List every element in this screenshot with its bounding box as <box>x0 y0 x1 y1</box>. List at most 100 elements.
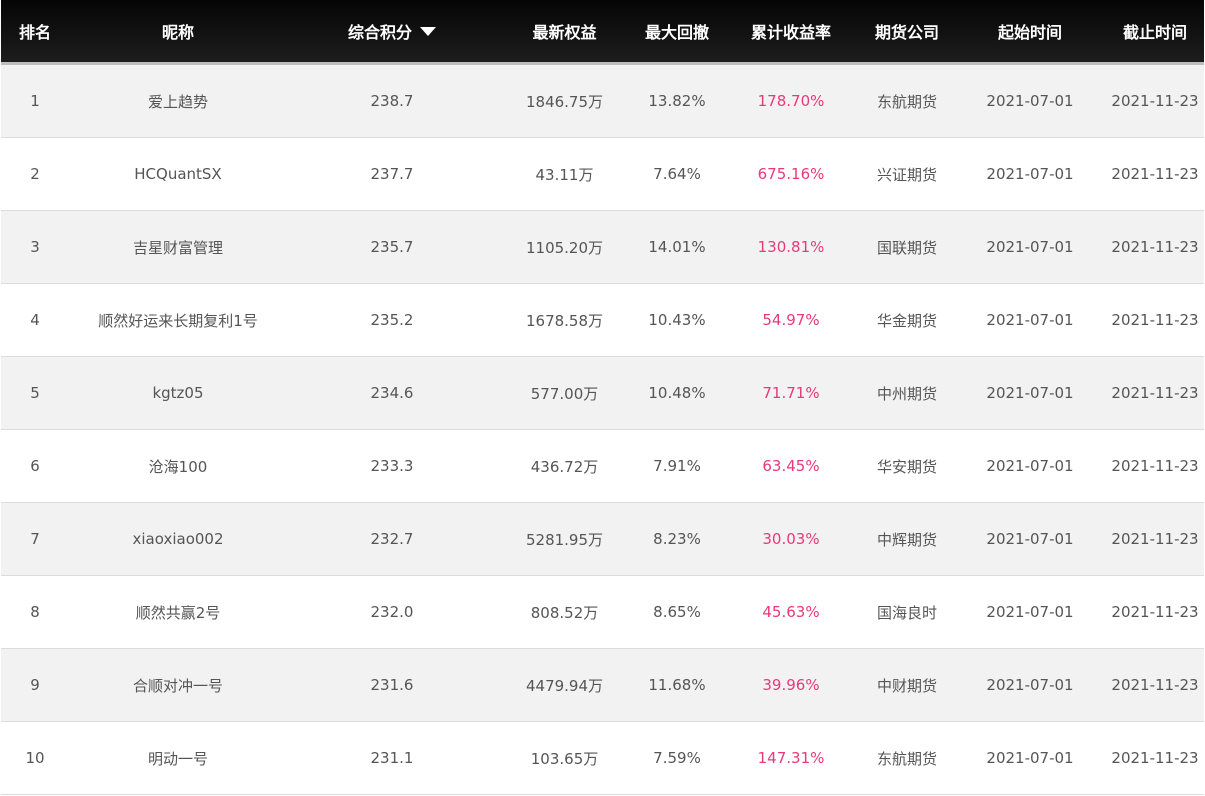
cell-start: 2021-07-01 <box>954 63 1106 138</box>
header-return: 累计收益率 <box>722 0 860 65</box>
cell-rank: 10 <box>1 721 69 795</box>
cell-return: 63.45% <box>722 429 860 503</box>
cell-company: 华安期货 <box>860 429 954 503</box>
cell-company: 华金期货 <box>860 283 954 357</box>
cell-score: 237.7 <box>287 137 497 211</box>
cell-return: 54.97% <box>722 283 860 357</box>
cell-drawdown: 8.65% <box>632 575 722 649</box>
cell-score: 232.0 <box>287 575 497 649</box>
cell-company: 东航期货 <box>860 63 954 138</box>
header-nickname: 昵称 <box>69 0 287 65</box>
cell-score: 231.6 <box>287 648 497 722</box>
cell-start: 2021-07-01 <box>954 283 1106 357</box>
cell-score: 235.7 <box>287 210 497 284</box>
table-row: 9 合顺对冲一号 231.6 4479.94万 11.68% 39.96% 中财… <box>1 648 1204 722</box>
cell-nickname: 顺然好运来长期复利1号 <box>69 283 287 357</box>
table-row: 10 明动一号 231.1 103.65万 7.59% 147.31% 东航期货… <box>1 721 1204 795</box>
cell-equity: 1846.75万 <box>497 63 632 138</box>
sort-desc-triangle-icon[interactable] <box>420 27 436 36</box>
ranking-table: 排名 昵称 综合积分 最新权益 最大回撤 累计收益率 期货公司 起始时间 截止时… <box>1 0 1204 795</box>
header-rank: 排名 <box>1 0 69 65</box>
cell-return: 147.31% <box>722 721 860 795</box>
cell-start: 2021-07-01 <box>954 137 1106 211</box>
cell-rank: 1 <box>1 63 69 138</box>
cell-equity: 4479.94万 <box>497 648 632 722</box>
cell-score: 232.7 <box>287 502 497 576</box>
cell-rank: 2 <box>1 137 69 211</box>
cell-rank: 8 <box>1 575 69 649</box>
cell-score: 234.6 <box>287 356 497 430</box>
cell-end: 2021-11-23 <box>1106 356 1204 430</box>
cell-end: 2021-11-23 <box>1106 137 1204 211</box>
cell-start: 2021-07-01 <box>954 502 1106 576</box>
cell-company: 东航期货 <box>860 721 954 795</box>
cell-nickname: 顺然共赢2号 <box>69 575 287 649</box>
cell-drawdown: 14.01% <box>632 210 722 284</box>
cell-rank: 9 <box>1 648 69 722</box>
cell-start: 2021-07-01 <box>954 721 1106 795</box>
cell-nickname: kgtz05 <box>69 356 287 430</box>
table-row: 3 吉星财富管理 235.7 1105.20万 14.01% 130.81% 国… <box>1 210 1204 284</box>
cell-score: 235.2 <box>287 283 497 357</box>
header-equity: 最新权益 <box>497 0 632 65</box>
cell-return: 675.16% <box>722 137 860 211</box>
header-company: 期货公司 <box>860 0 954 65</box>
cell-drawdown: 13.82% <box>632 63 722 138</box>
cell-score: 238.7 <box>287 63 497 138</box>
cell-equity: 577.00万 <box>497 356 632 430</box>
cell-drawdown: 11.68% <box>632 648 722 722</box>
cell-return: 130.81% <box>722 210 860 284</box>
table-header-row: 排名 昵称 综合积分 最新权益 最大回撤 累计收益率 期货公司 起始时间 截止时… <box>1 0 1204 65</box>
header-score-sortable[interactable]: 综合积分 <box>287 0 497 65</box>
cell-start: 2021-07-01 <box>954 575 1106 649</box>
cell-nickname: 明动一号 <box>69 721 287 795</box>
cell-equity: 1678.58万 <box>497 283 632 357</box>
cell-return: 45.63% <box>722 575 860 649</box>
cell-end: 2021-11-23 <box>1106 648 1204 722</box>
cell-drawdown: 7.91% <box>632 429 722 503</box>
cell-nickname: 吉星财富管理 <box>69 210 287 284</box>
cell-company: 国海良时 <box>860 575 954 649</box>
cell-nickname: xiaoxiao002 <box>69 502 287 576</box>
cell-return: 71.71% <box>722 356 860 430</box>
cell-equity: 43.11万 <box>497 137 632 211</box>
cell-drawdown: 10.48% <box>632 356 722 430</box>
ranking-table-container: 排名 昵称 综合积分 最新权益 最大回撤 累计收益率 期货公司 起始时间 截止时… <box>1 0 1204 795</box>
cell-rank: 5 <box>1 356 69 430</box>
cell-drawdown: 8.23% <box>632 502 722 576</box>
table-row: 2 HCQuantSX 237.7 43.11万 7.64% 675.16% 兴… <box>1 137 1204 211</box>
cell-company: 中财期货 <box>860 648 954 722</box>
cell-score: 233.3 <box>287 429 497 503</box>
cell-start: 2021-07-01 <box>954 210 1106 284</box>
table-row: 4 顺然好运来长期复利1号 235.2 1678.58万 10.43% 54.9… <box>1 283 1204 357</box>
header-drawdown: 最大回撤 <box>632 0 722 65</box>
cell-end: 2021-11-23 <box>1106 283 1204 357</box>
cell-company: 中辉期货 <box>860 502 954 576</box>
cell-end: 2021-11-23 <box>1106 502 1204 576</box>
cell-equity: 1105.20万 <box>497 210 632 284</box>
table-row: 6 沧海100 233.3 436.72万 7.91% 63.45% 华安期货 … <box>1 429 1204 503</box>
table-row: 8 顺然共赢2号 232.0 808.52万 8.65% 45.63% 国海良时… <box>1 575 1204 649</box>
cell-equity: 436.72万 <box>497 429 632 503</box>
table-row: 1 爱上趋势 238.7 1846.75万 13.82% 178.70% 东航期… <box>1 63 1204 138</box>
cell-rank: 7 <box>1 502 69 576</box>
cell-nickname: 爱上趋势 <box>69 63 287 138</box>
cell-equity: 103.65万 <box>497 721 632 795</box>
cell-nickname: 合顺对冲一号 <box>69 648 287 722</box>
table-row: 5 kgtz05 234.6 577.00万 10.48% 71.71% 中州期… <box>1 356 1204 430</box>
cell-nickname: 沧海100 <box>69 429 287 503</box>
header-score-label: 综合积分 <box>347 23 412 42</box>
cell-equity: 808.52万 <box>497 575 632 649</box>
cell-return: 178.70% <box>722 63 860 138</box>
cell-end: 2021-11-23 <box>1106 575 1204 649</box>
cell-score: 231.1 <box>287 721 497 795</box>
cell-drawdown: 10.43% <box>632 283 722 357</box>
cell-start: 2021-07-01 <box>954 356 1106 430</box>
table-row: 7 xiaoxiao002 232.7 5281.95万 8.23% 30.03… <box>1 502 1204 576</box>
header-end: 截止时间 <box>1106 0 1204 65</box>
cell-rank: 6 <box>1 429 69 503</box>
cell-end: 2021-11-23 <box>1106 721 1204 795</box>
cell-company: 中州期货 <box>860 356 954 430</box>
cell-drawdown: 7.59% <box>632 721 722 795</box>
cell-rank: 3 <box>1 210 69 284</box>
